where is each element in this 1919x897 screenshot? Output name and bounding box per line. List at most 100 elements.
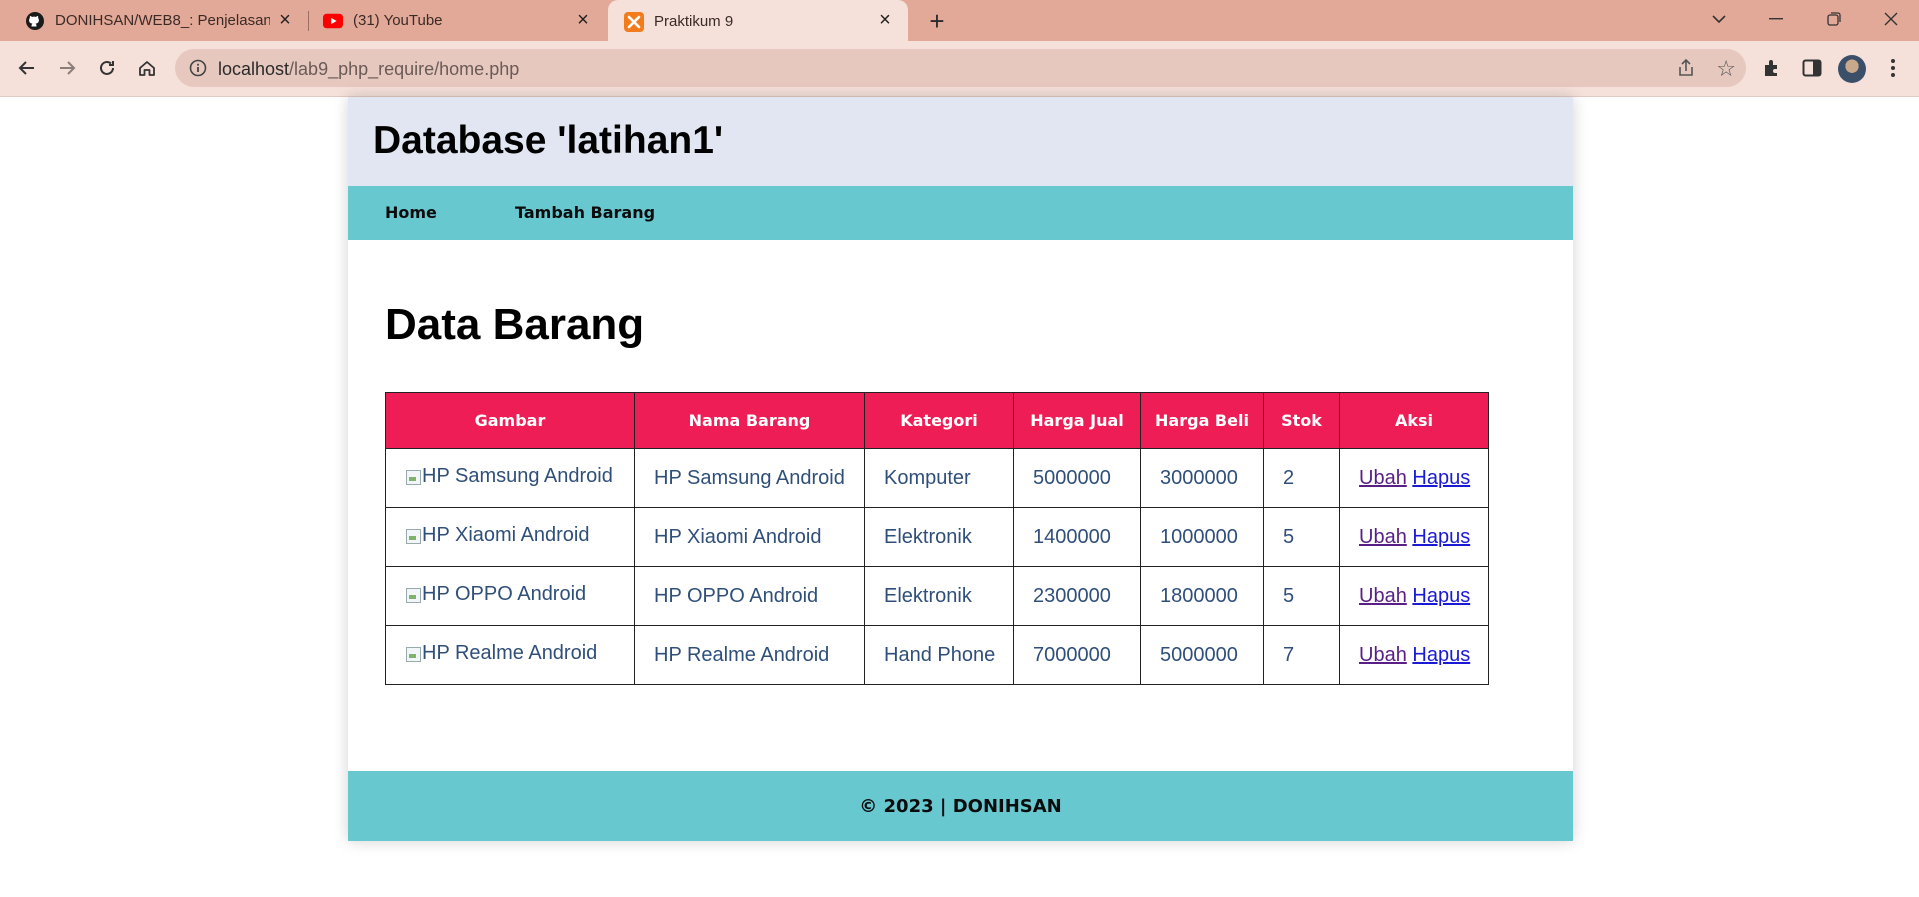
cell-stok: 5 (1263, 507, 1340, 567)
tab-github[interactable]: DONIHSAN/WEB8_: Penjelasan T × (0, 0, 308, 41)
cell-stok: 7 (1263, 625, 1340, 685)
table-row: HP Samsung Android HP Samsung Android Ko… (385, 448, 1489, 508)
cell-stok: 2 (1263, 448, 1340, 508)
cell-nama-barang: HP Xiaomi Android (634, 507, 865, 567)
close-icon[interactable]: × (874, 9, 896, 31)
reload-icon (100, 60, 114, 75)
minimize-icon[interactable] (1748, 0, 1804, 38)
image-alt-text: HP Xiaomi Android (422, 524, 590, 547)
ubah-link[interactable]: Ubah (1359, 526, 1407, 548)
header-title: Database 'latihan1' (373, 119, 724, 162)
cell-gambar: HP Realme Android (385, 625, 635, 685)
page-title: Data Barang (385, 300, 645, 349)
info-icon[interactable] (189, 59, 207, 77)
footer-text: © 2023 | DONIHSAN (859, 795, 1062, 817)
cell-gambar: HP OPPO Android (385, 566, 635, 626)
cell-stok: 5 (1263, 566, 1340, 626)
new-tab-button[interactable]: + (923, 6, 951, 36)
home-button[interactable] (132, 53, 162, 83)
column-header-aksi: Aksi (1339, 392, 1489, 449)
ubah-link[interactable]: Ubah (1359, 644, 1407, 666)
broken-image-icon (405, 469, 421, 485)
youtube-icon (323, 11, 343, 31)
cell-harga-beli: 1000000 (1140, 507, 1264, 567)
forward-button[interactable] (52, 53, 82, 83)
broken-image: HP OPPO Android (405, 583, 586, 606)
hapus-link[interactable]: Hapus (1412, 526, 1470, 548)
cell-nama-barang: HP Realme Android (634, 625, 865, 685)
hapus-link[interactable]: Hapus (1412, 644, 1470, 666)
cell-kategori: Hand Phone (864, 625, 1014, 685)
table-row: HP OPPO Android HP OPPO Android Elektron… (385, 566, 1489, 626)
cell-harga-jual: 1400000 (1013, 507, 1141, 567)
image-alt-text: HP Realme Android (422, 642, 598, 665)
hapus-link[interactable]: Hapus (1412, 585, 1470, 607)
cell-aksi: Ubah Hapus (1339, 566, 1489, 626)
tab-title: (31) YouTube (353, 12, 443, 29)
table-header-row: Gambar Nama Barang Kategori Harga Jual H… (385, 392, 1489, 449)
cell-aksi: Ubah Hapus (1339, 448, 1489, 508)
xampp-icon (624, 11, 644, 32)
home-icon (139, 61, 155, 76)
data-table: Gambar Nama Barang Kategori Harga Jual H… (385, 392, 1489, 685)
cell-harga-jual: 2300000 (1013, 566, 1141, 626)
main-nav: Home Tambah Barang (348, 186, 1573, 240)
tab-praktikum[interactable]: Praktikum 9 × (608, 0, 908, 43)
broken-image: HP Xiaomi Android (405, 524, 590, 547)
cell-aksi: Ubah Hapus (1339, 507, 1489, 567)
cell-kategori: Elektronik (864, 507, 1014, 567)
cell-gambar: HP Samsung Android (385, 448, 635, 508)
hapus-link[interactable]: Hapus (1412, 467, 1470, 489)
cell-harga-jual: 7000000 (1013, 625, 1141, 685)
table-row: HP Xiaomi Android HP Xiaomi Android Elek… (385, 507, 1489, 567)
cell-aksi: Ubah Hapus (1339, 625, 1489, 685)
broken-image-icon (405, 646, 421, 662)
column-header-stok: Stok (1263, 392, 1340, 449)
broken-image-icon (405, 528, 421, 544)
column-header-harga-jual: Harga Jual (1013, 392, 1141, 449)
nav-home-link[interactable]: Home (385, 203, 437, 222)
broken-image: HP Realme Android (405, 642, 597, 665)
tab-search-icon[interactable] (1691, 0, 1747, 38)
cell-harga-jual: 5000000 (1013, 448, 1141, 508)
close-icon[interactable]: × (274, 9, 296, 31)
broken-image-icon (405, 587, 421, 603)
tab-title: Praktikum 9 (654, 13, 734, 30)
ubah-link[interactable]: Ubah (1359, 467, 1407, 489)
page-header: Database 'latihan1' (348, 97, 1573, 186)
cell-nama-barang: HP OPPO Android (634, 566, 865, 626)
tab-title: DONIHSAN/WEB8_: Penjelasan T (55, 12, 270, 29)
column-header-nama-barang: Nama Barang (634, 392, 865, 449)
back-button[interactable] (12, 53, 42, 83)
restore-icon[interactable] (1806, 0, 1862, 38)
extensions-icon[interactable] (1757, 53, 1787, 83)
address-bar[interactable]: localhost/lab9_php_require/home.php ☆ (175, 49, 1746, 87)
browser-toolbar: localhost/lab9_php_require/home.php ☆ (0, 41, 1919, 97)
nav-tambah-barang-link[interactable]: Tambah Barang (515, 203, 655, 222)
cell-nama-barang: HP Samsung Android (634, 448, 865, 508)
arrow-left-icon (18, 61, 34, 75)
share-icon[interactable] (1676, 58, 1696, 78)
column-header-harga-beli: Harga Beli (1140, 392, 1264, 449)
url-text: localhost/lab9_php_require/home.php (218, 59, 520, 79)
close-window-icon[interactable] (1863, 0, 1919, 38)
page-footer: © 2023 | DONIHSAN (348, 771, 1573, 841)
bookmark-star-icon[interactable]: ☆ (1716, 56, 1736, 82)
cell-harga-beli: 3000000 (1140, 448, 1264, 508)
tab-strip: DONIHSAN/WEB8_: Penjelasan T × (31) YouT… (0, 0, 1919, 43)
image-alt-text: HP Samsung Android (422, 465, 613, 488)
avatar[interactable] (1838, 55, 1866, 83)
menu-kebab-icon[interactable] (1878, 53, 1908, 83)
tab-separator (308, 11, 309, 31)
close-icon[interactable]: × (572, 9, 594, 31)
github-icon (25, 11, 45, 31)
arrow-right-icon (60, 61, 76, 75)
cell-kategori: Komputer (864, 448, 1014, 508)
column-header-kategori: Kategori (864, 392, 1014, 449)
reload-button[interactable] (92, 53, 122, 83)
side-panel-icon[interactable] (1797, 53, 1827, 83)
image-alt-text: HP OPPO Android (422, 583, 587, 606)
cell-gambar: HP Xiaomi Android (385, 507, 635, 567)
tab-youtube[interactable]: (31) YouTube × (310, 0, 606, 41)
ubah-link[interactable]: Ubah (1359, 585, 1407, 607)
